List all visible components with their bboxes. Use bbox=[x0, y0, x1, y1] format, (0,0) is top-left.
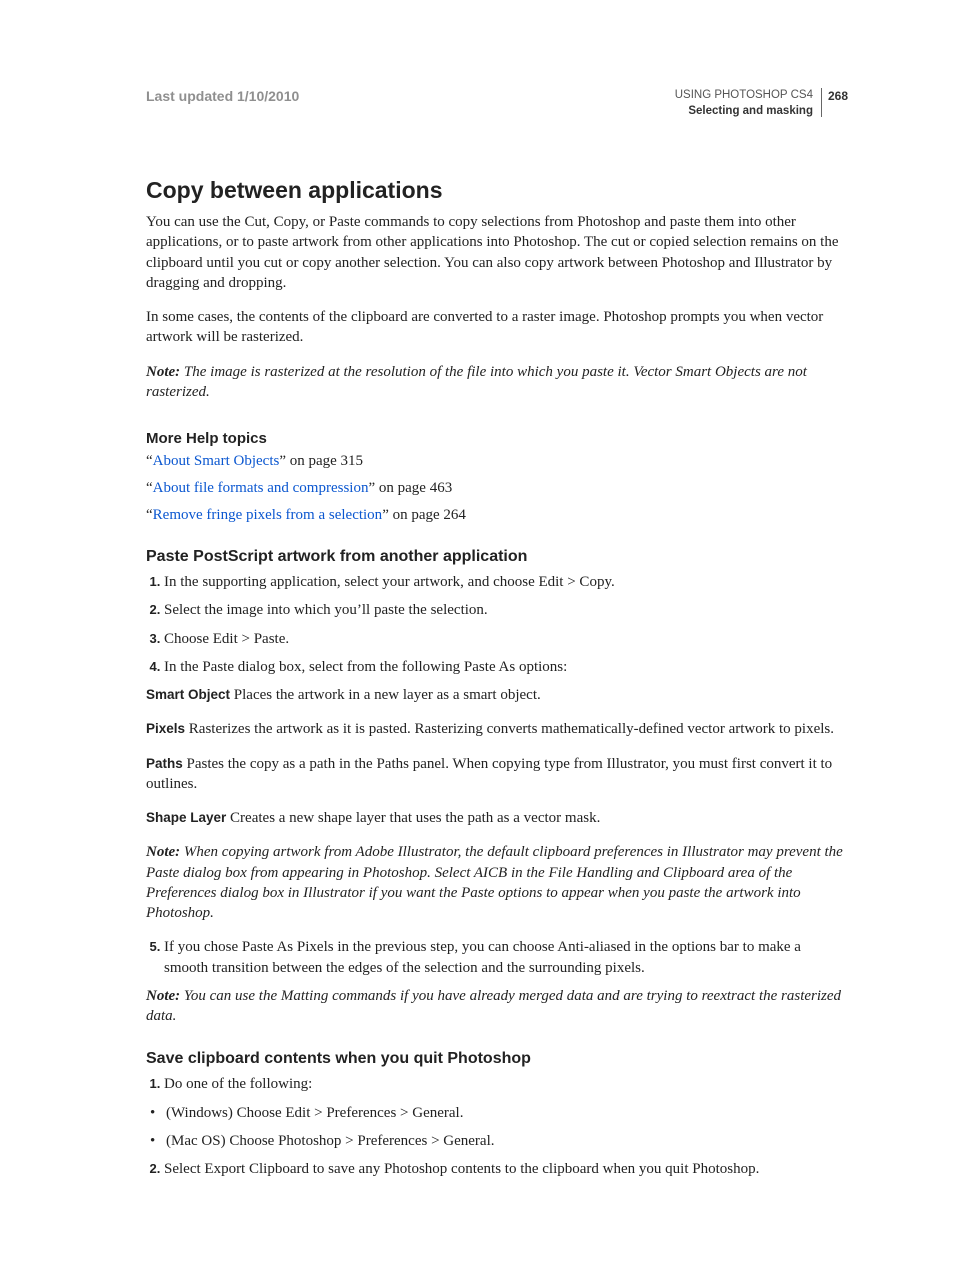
header-titles: USING PHOTOSHOP CS4 Selecting and maskin… bbox=[675, 88, 813, 119]
term-pixels: Pixels bbox=[146, 721, 185, 736]
def-pixels-text: Rasterizes the artwork as it is pasted. … bbox=[185, 721, 834, 737]
step2-1: Do one of the following: bbox=[164, 1074, 848, 1094]
ref-line-1: “About Smart Objects” on page 315 bbox=[146, 453, 848, 470]
term-paths: Paths bbox=[146, 756, 183, 771]
steps-list-1: In the supporting application, select yo… bbox=[146, 572, 848, 677]
note-1: Note: The image is rasterized at the res… bbox=[146, 362, 848, 403]
bullet-windows: (Windows) Choose Edit > Preferences > Ge… bbox=[164, 1103, 848, 1123]
step-4: In the Paste dialog box, select from the… bbox=[164, 657, 848, 677]
ref-3-post: ” on page 264 bbox=[382, 507, 466, 523]
ref-line-3: “Remove fringe pixels from a selection” … bbox=[146, 507, 848, 524]
note-label: Note: bbox=[146, 844, 180, 860]
note-label: Note: bbox=[146, 988, 180, 1004]
def-paths-text: Pastes the copy as a path in the Paths p… bbox=[146, 756, 832, 792]
step-5: If you chose Paste As Pixels in the prev… bbox=[164, 937, 848, 978]
steps-list-1-continued: If you chose Paste As Pixels in the prev… bbox=[146, 937, 848, 978]
main-heading: Copy between applications bbox=[146, 177, 848, 204]
def-shape-layer: Shape Layer Creates a new shape layer th… bbox=[146, 808, 848, 828]
note-2: Note: When copying artwork from Adobe Il… bbox=[146, 842, 848, 923]
subsection-save-clipboard-heading: Save clipboard contents when you quit Ph… bbox=[146, 1050, 848, 1068]
intro-paragraph-1: You can use the Cut, Copy, or Paste comm… bbox=[146, 212, 848, 293]
last-updated-text: Last updated 1/10/2010 bbox=[146, 88, 299, 104]
note-1-text: The image is rasterized at the resolutio… bbox=[146, 364, 807, 400]
quote-open: “ bbox=[146, 480, 153, 496]
term-smart-object: Smart Object bbox=[146, 687, 230, 702]
def-smart-object: Smart Object Places the artwork in a new… bbox=[146, 685, 848, 705]
ref-line-2: “About file formats and compression” on … bbox=[146, 480, 848, 497]
note-label: Note: bbox=[146, 364, 180, 380]
bullet-macos: (Mac OS) Choose Photoshop > Preferences … bbox=[164, 1131, 848, 1151]
document-page: Last updated 1/10/2010 USING PHOTOSHOP C… bbox=[0, 0, 954, 1267]
quote-open: “ bbox=[146, 507, 153, 523]
intro-paragraph-2: In some cases, the contents of the clipb… bbox=[146, 307, 848, 348]
link-remove-fringe[interactable]: Remove fringe pixels from a selection bbox=[153, 507, 383, 523]
product-title: USING PHOTOSHOP CS4 bbox=[675, 88, 813, 104]
quote-open: “ bbox=[146, 453, 153, 469]
subsection-paste-postscript-heading: Paste PostScript artwork from another ap… bbox=[146, 548, 848, 566]
def-shape-layer-text: Creates a new shape layer that uses the … bbox=[226, 810, 600, 826]
def-smart-object-text: Places the artwork in a new layer as a s… bbox=[230, 687, 541, 703]
ref-1-post: ” on page 315 bbox=[279, 453, 363, 469]
link-about-file-formats[interactable]: About file formats and compression bbox=[153, 480, 369, 496]
def-pixels: Pixels Rasterizes the artwork as it is p… bbox=[146, 719, 848, 739]
note-2-text: When copying artwork from Adobe Illustra… bbox=[146, 844, 843, 921]
more-help-heading: More Help topics bbox=[146, 430, 848, 447]
page-header: Last updated 1/10/2010 USING PHOTOSHOP C… bbox=[146, 88, 848, 119]
term-shape-layer: Shape Layer bbox=[146, 810, 226, 825]
steps-list-2: Do one of the following: bbox=[146, 1074, 848, 1094]
bullet-list-platforms: (Windows) Choose Edit > Preferences > Ge… bbox=[146, 1103, 848, 1152]
step-2: Select the image into which you’ll paste… bbox=[164, 600, 848, 620]
ref-2-post: ” on page 463 bbox=[368, 480, 452, 496]
link-about-smart-objects[interactable]: About Smart Objects bbox=[153, 453, 280, 469]
def-paths: Paths Pastes the copy as a path in the P… bbox=[146, 754, 848, 795]
note-3: Note: You can use the Matting commands i… bbox=[146, 986, 848, 1027]
page-number: 268 bbox=[821, 88, 848, 117]
note-3-text: You can use the Matting commands if you … bbox=[146, 988, 841, 1024]
step-3: Choose Edit > Paste. bbox=[164, 629, 848, 649]
step2-2: Select Export Clipboard to save any Phot… bbox=[164, 1159, 848, 1179]
header-right: USING PHOTOSHOP CS4 Selecting and maskin… bbox=[675, 88, 848, 119]
steps-list-2-continued: Select Export Clipboard to save any Phot… bbox=[146, 1159, 848, 1179]
step-1: In the supporting application, select yo… bbox=[164, 572, 848, 592]
section-title: Selecting and masking bbox=[675, 104, 813, 120]
